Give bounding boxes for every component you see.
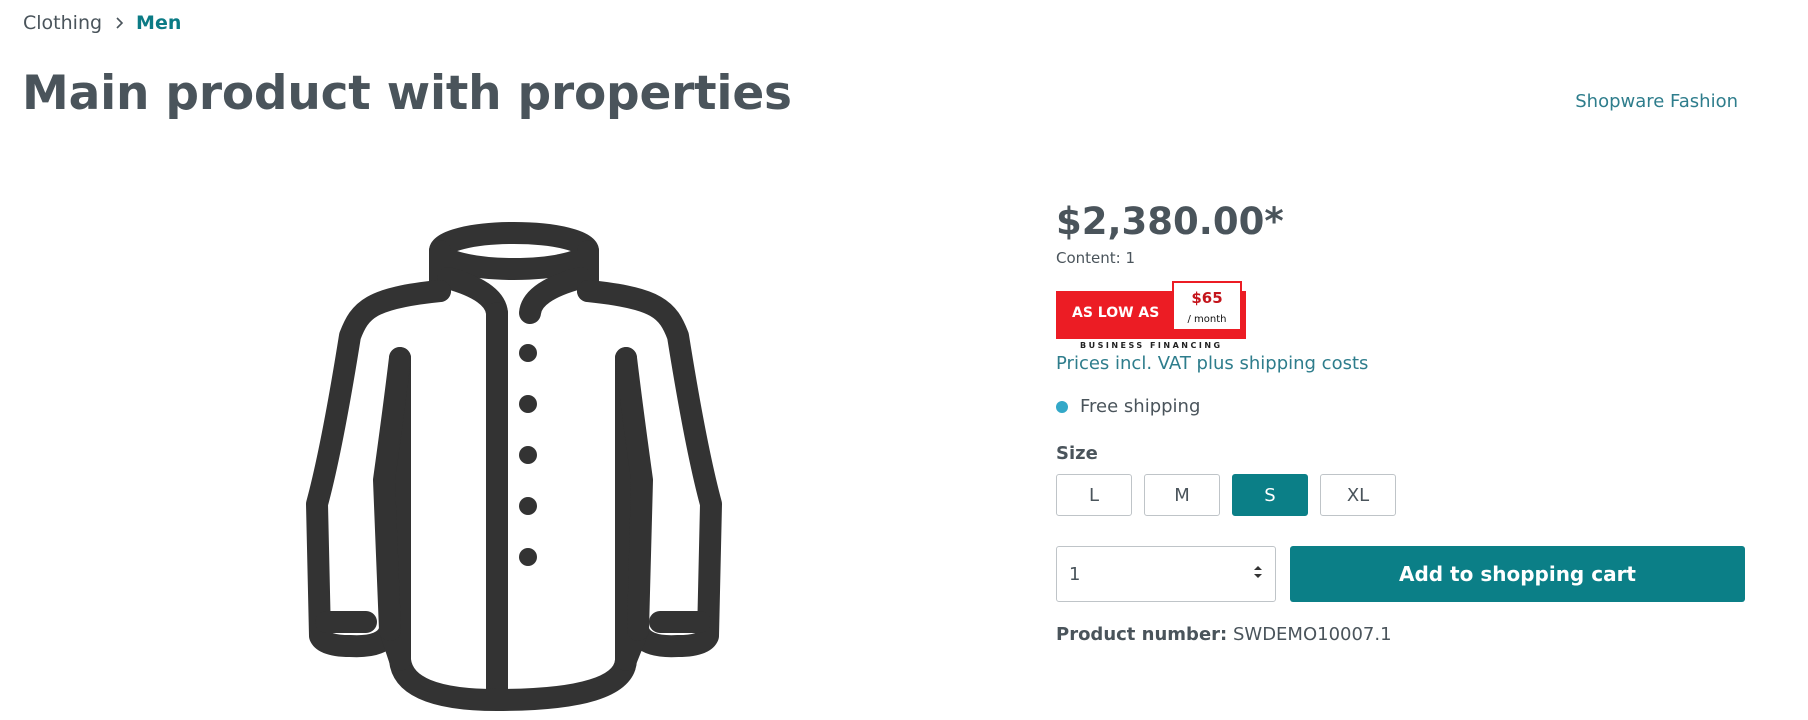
product-number-value: SWDEMO10007.1 <box>1232 624 1392 645</box>
size-option-s[interactable]: S <box>1232 474 1308 516</box>
shipping-text: Free shipping <box>1080 396 1201 417</box>
financing-banner[interactable]: AS LOW AS $65 / month BUSINESS FINANCING <box>1056 281 1246 353</box>
page-title: Main product with properties <box>22 66 792 121</box>
financing-period: / month <box>1187 314 1227 325</box>
add-to-cart-row: 1 Add to shopping cart <box>1056 546 1745 602</box>
quantity-value: 1 <box>1069 563 1081 585</box>
product-number: Product number: SWDEMO10007.1 <box>1056 624 1745 645</box>
size-option-l[interactable]: L <box>1056 474 1132 516</box>
vat-shipping-link[interactable]: Prices incl. VAT plus shipping costs <box>1056 353 1745 374</box>
product-image[interactable] <box>290 218 740 712</box>
breadcrumb: Clothing Men <box>23 12 181 34</box>
breadcrumb-item-men[interactable]: Men <box>136 12 181 34</box>
delivery-info: Free shipping <box>1056 396 1745 417</box>
jacket-icon <box>306 222 722 711</box>
quantity-select[interactable]: 1 <box>1056 546 1276 602</box>
size-options: L M S XL <box>1056 474 1745 516</box>
size-option-xl[interactable]: XL <box>1320 474 1396 516</box>
add-to-cart-button[interactable]: Add to shopping cart <box>1290 546 1745 602</box>
product-number-label: Product number: <box>1056 624 1228 645</box>
product-content: Content: 1 <box>1056 249 1136 267</box>
sort-arrows-icon <box>1253 564 1263 585</box>
product-price: $2,380.00* <box>1056 200 1284 243</box>
size-label: Size <box>1056 443 1098 464</box>
buy-box: $2,380.00* Content: 1 AS LOW AS $65 / mo… <box>1056 198 1745 645</box>
financing-price-tag: $65 / month <box>1172 281 1242 331</box>
chevron-right-icon <box>114 16 124 30</box>
financing-caption: BUSINESS FINANCING <box>1080 341 1223 350</box>
financing-badge-text: AS LOW AS <box>1072 305 1160 321</box>
size-option-m[interactable]: M <box>1144 474 1220 516</box>
breadcrumb-item-clothing[interactable]: Clothing <box>23 12 102 34</box>
financing-amount: $65 <box>1191 289 1223 307</box>
manufacturer-link[interactable]: Shopware Fashion <box>1575 91 1738 112</box>
shipping-status-dot <box>1056 400 1068 413</box>
